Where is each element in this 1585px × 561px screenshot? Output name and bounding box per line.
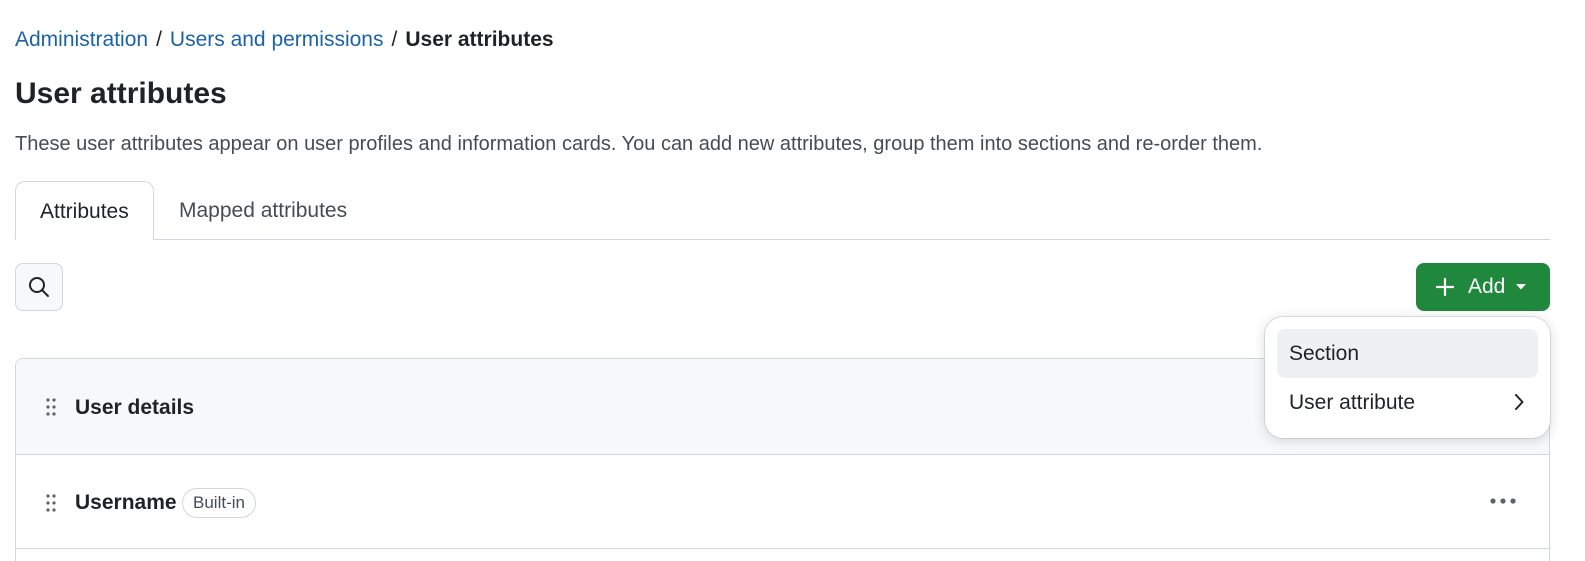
tab-bar: Attributes Mapped attributes bbox=[15, 181, 1550, 240]
section-title: User details bbox=[75, 396, 195, 419]
page-title: User attributes bbox=[15, 77, 227, 110]
drag-handle-icon[interactable] bbox=[46, 494, 56, 512]
drag-handle-icon[interactable] bbox=[46, 398, 56, 416]
menu-item-section[interactable]: Section bbox=[1277, 329, 1538, 378]
table-row: Username Built-in bbox=[16, 455, 1549, 549]
tab-mapped-attributes[interactable]: Mapped attributes bbox=[155, 181, 371, 240]
kebab-horizontal-icon bbox=[1490, 498, 1516, 504]
plus-icon bbox=[1436, 278, 1454, 296]
menu-item-label: User attribute bbox=[1289, 391, 1416, 414]
page-description: These user attributes appear on user pro… bbox=[15, 133, 1263, 155]
breadcrumb-current: User attributes bbox=[405, 28, 554, 51]
add-button-label: Add bbox=[1468, 275, 1506, 298]
menu-item-user-attribute[interactable]: User attribute bbox=[1277, 378, 1538, 427]
breadcrumb-separator: / bbox=[391, 28, 398, 51]
chevron-right-icon bbox=[1515, 394, 1524, 410]
add-dropdown-menu: Section User attribute bbox=[1265, 317, 1550, 438]
breadcrumb-link-users-and-permissions[interactable]: Users and permissions bbox=[170, 28, 384, 51]
breadcrumb-link-administration[interactable]: Administration bbox=[15, 28, 148, 51]
search-button[interactable] bbox=[15, 263, 63, 311]
built-in-badge: Built-in bbox=[182, 488, 256, 518]
row-actions-button[interactable] bbox=[1486, 489, 1520, 513]
tab-attributes[interactable]: Attributes bbox=[15, 181, 154, 240]
attribute-name: Username bbox=[75, 491, 177, 514]
add-button[interactable]: Add bbox=[1416, 263, 1550, 311]
caret-down-icon bbox=[1516, 284, 1527, 290]
menu-item-label: Section bbox=[1289, 342, 1360, 365]
breadcrumb-separator: / bbox=[156, 28, 162, 51]
search-icon bbox=[29, 277, 49, 297]
breadcrumb: Administration / Users and permissions / Use… bbox=[15, 27, 554, 53]
